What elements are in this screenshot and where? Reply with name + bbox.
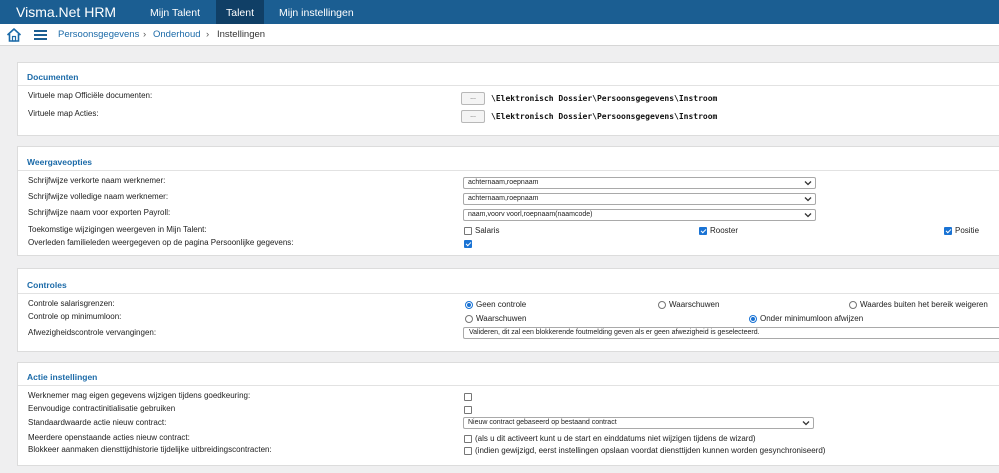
full-name-select[interactable]: achternaam,roepnaam	[463, 193, 816, 205]
checkbox-blokkeer-diensttijdhistorie[interactable]	[464, 447, 472, 455]
radio-waarschuwen-salaris[interactable]	[658, 301, 666, 309]
label-toekomstige-wijzigingen: Toekomstige wijzigingen weergeven in Mij…	[28, 225, 207, 234]
label-standaardwaarde-actie: Standaardwaarde actie nieuw contract:	[28, 418, 167, 427]
option-waardes-weigeren-label: Waardes buiten het bereik weigeren	[860, 300, 988, 309]
label-meerdere-openstaande-acties: Meerdere openstaande acties nieuw contra…	[28, 433, 190, 442]
breadcrumb-separator: ›	[143, 29, 147, 40]
chevron-down-icon	[802, 421, 810, 426]
tab-mijn-talent[interactable]: Mijn Talent	[140, 0, 210, 24]
afwezigheidscontrole-field[interactable]: Valideren, dit zal een blokkerende foutm…	[463, 327, 999, 339]
label-naam-payroll: Schrijfwijze naam voor exporten Payroll:	[28, 208, 171, 217]
panel-divider	[18, 385, 999, 386]
controles-panel: Controles Controle salarisgrenzen: Geen …	[17, 268, 999, 352]
option-positie-label: Positie	[955, 226, 980, 235]
full-name-value: achternaam,roepnaam	[468, 195, 539, 202]
label-virtuele-map-acties: Virtuele map Acties:	[28, 109, 99, 118]
breadcrumb-persoonsgegevens[interactable]: Persoonsgegevens	[58, 29, 139, 41]
payroll-name-select[interactable]: naam,voorv voorl,roepnaam(naamcode)	[463, 209, 816, 221]
panel-divider	[18, 170, 999, 171]
label-blokkeer-diensttijdhistorie: Blokkeer aanmaken diensttijdhistorie tij…	[28, 445, 272, 454]
label-controle-salarisgrenzen: Controle salarisgrenzen:	[28, 299, 115, 308]
breadcrumb-instellingen: Instellingen	[217, 29, 266, 40]
radio-onder-minimumloon-afwijzen[interactable]	[749, 315, 757, 323]
actie-instellingen-panel: Actie instellingen Werknemer mag eigen g…	[17, 362, 999, 466]
short-name-select[interactable]: achternaam,roepnaam	[463, 177, 816, 189]
documenten-panel: Documenten Virtuele map Officiële docume…	[17, 62, 999, 136]
label-verkorte-naam: Schrijfwijze verkorte naam werknemer:	[28, 176, 166, 185]
payroll-name-value: naam,voorv voorl,roepnaam(naamcode)	[468, 211, 593, 218]
radio-geen-controle[interactable]	[465, 301, 473, 309]
browse-officiele-button[interactable]: ...	[461, 92, 485, 105]
radio-waarschuwen-minimumloon[interactable]	[465, 315, 473, 323]
option-onder-minimumloon-afwijzen-label: Onder minimumloon afwijzen	[760, 314, 864, 323]
option-waarschuwen-salaris-label: Waarschuwen	[669, 300, 720, 309]
label-volledige-naam: Schrijfwijze volledige naam werknemer:	[28, 192, 169, 201]
checkbox-rooster[interactable]	[699, 227, 707, 235]
default-action-select[interactable]: Nieuw contract gebaseerd op bestaand con…	[463, 417, 814, 429]
checkbox-eigen-gegevens[interactable]	[464, 393, 472, 401]
tab-mijn-instellingen[interactable]: Mijn instellingen	[269, 0, 364, 24]
checkbox-positie[interactable]	[944, 227, 952, 235]
note-blokkeer-diensttijdhistorie: (indien gewijzigd, eerst instellingen op…	[475, 446, 826, 455]
path-acties: \Elektronisch Dossier\Persoonsgegevens\I…	[491, 112, 718, 121]
weergaveopties-title: Weergaveopties	[27, 157, 93, 167]
hamburger-menu-icon[interactable]	[34, 30, 47, 40]
controles-title: Controles	[27, 280, 67, 290]
chevron-down-icon	[804, 181, 812, 186]
breadcrumb-onderhoud[interactable]: Onderhoud	[153, 29, 201, 41]
browse-acties-button[interactable]: ...	[461, 110, 485, 123]
chevron-down-icon	[804, 197, 812, 202]
note-meerdere-openstaande-acties: (als u dit activeert kunt u de start en …	[475, 434, 756, 443]
panel-divider	[18, 85, 999, 86]
checkbox-eenvoudige-contractinitialisatie[interactable]	[464, 406, 472, 414]
label-overleden-familieleden: Overleden familieleden weergegeven op de…	[28, 238, 294, 247]
checkbox-meerdere-openstaande-acties[interactable]	[464, 435, 472, 443]
breadcrumb-bar: Persoonsgegevens › Onderhoud › Instellin…	[0, 24, 999, 46]
checkbox-salaris[interactable]	[464, 227, 472, 235]
label-controle-minimumloon: Controle op minimumloon:	[28, 312, 122, 321]
home-icon[interactable]	[6, 27, 22, 43]
label-eigen-gegevens: Werknemer mag eigen gegevens wijzigen ti…	[28, 391, 251, 400]
option-salaris-label: Salaris	[475, 226, 500, 235]
actie-instellingen-title: Actie instellingen	[27, 372, 98, 382]
default-action-value: Nieuw contract gebaseerd op bestaand con…	[468, 419, 617, 426]
documenten-title: Documenten	[27, 72, 79, 82]
label-virtuele-map-officiele: Virtuele map Officiële documenten:	[28, 91, 153, 100]
top-navigation-bar: Visma.Net HRM Mijn Talent Talent Mijn in…	[0, 0, 999, 24]
tab-talent[interactable]: Talent	[216, 0, 265, 24]
option-geen-controle-label: Geen controle	[476, 300, 527, 309]
option-rooster-label: Rooster	[710, 226, 739, 235]
checkbox-overleden-familieleden[interactable]	[464, 240, 472, 248]
label-afwezigheidscontrole: Afwezigheidscontrole vervangingen:	[28, 328, 157, 337]
radio-waardes-weigeren[interactable]	[849, 301, 857, 309]
short-name-value: achternaam,roepnaam	[468, 179, 539, 186]
app-brand[interactable]: Visma.Net HRM	[16, 4, 116, 20]
panel-divider	[18, 293, 999, 294]
weergaveopties-panel: Weergaveopties Schrijfwijze verkorte naa…	[17, 146, 999, 256]
breadcrumb-separator: ›	[206, 29, 210, 40]
path-officiele: \Elektronisch Dossier\Persoonsgegevens\I…	[491, 94, 718, 103]
chevron-down-icon	[804, 213, 812, 218]
label-eenvoudige-contractinitialisatie: Eenvoudige contractinitialisatie gebruik…	[28, 404, 176, 413]
option-waarschuwen-minimumloon-label: Waarschuwen	[476, 314, 527, 323]
